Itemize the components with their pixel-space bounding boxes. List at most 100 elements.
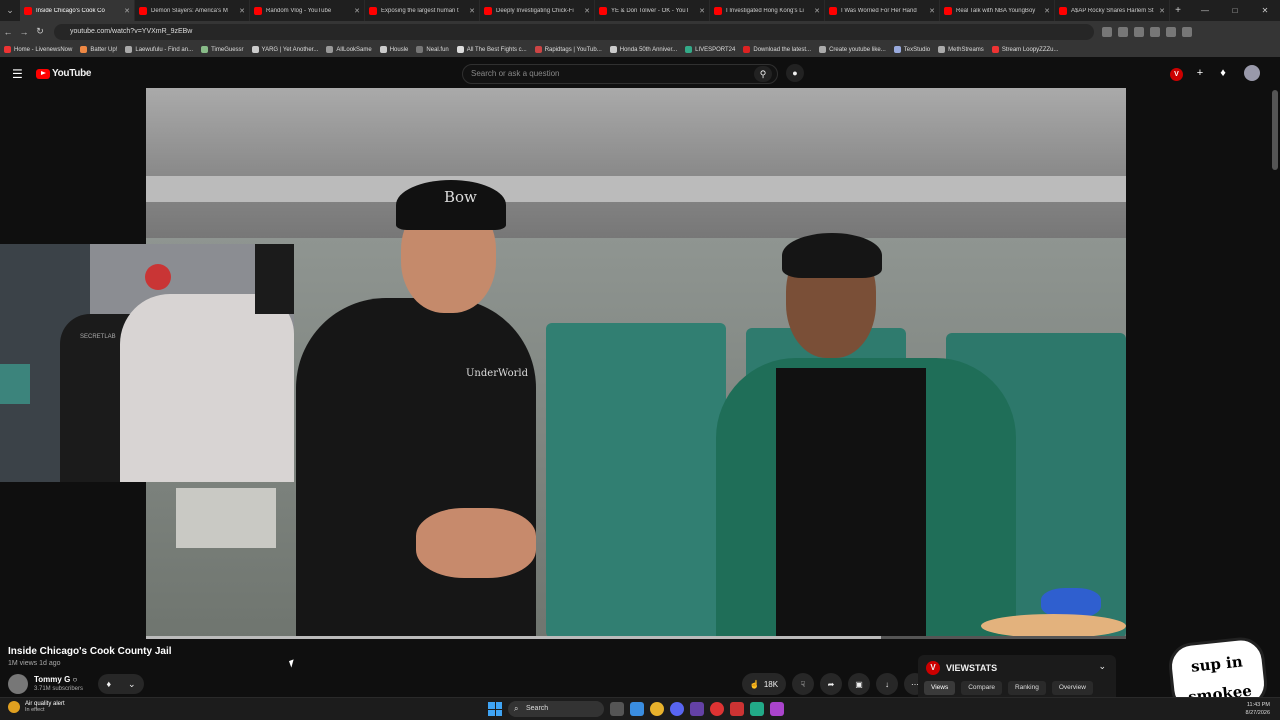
close-tab-icon[interactable]: ✕ [584, 7, 590, 15]
browser-tab[interactable]: Random Vlog - YouTube ✕ [250, 0, 365, 21]
video-progress-bar[interactable] [146, 636, 1126, 639]
bookmark-item[interactable]: YARG | Yet Another... [251, 46, 318, 53]
browser-tab[interactable]: I Investigated Hong Kong's Li ✕ [710, 0, 825, 21]
close-tab-icon[interactable]: ✕ [354, 7, 360, 15]
chrome-icon[interactable] [650, 702, 664, 716]
bookmark-favicon-icon [743, 46, 751, 53]
close-tab-icon[interactable]: ✕ [1159, 7, 1165, 15]
channel-name[interactable]: Tommy G ○ [34, 675, 77, 684]
browser-tab[interactable]: Exposing the largest human t ✕ [365, 0, 480, 21]
share-button[interactable]: ➦ [820, 673, 842, 695]
bookmarks-bar: Home - LivenewsNow Batter Up! Laewufulu - … [0, 42, 1280, 57]
browser-tab-strip: ⌄ Inside Chicago's Cook Co ✕ Demon Slayers… [0, 0, 1280, 21]
maximize-icon[interactable]: □ [1220, 0, 1250, 21]
bookmark-label: Create youtube like... [829, 46, 886, 53]
tab-title: YE & Don Toliver - OK - YouT [611, 7, 690, 14]
url-field[interactable]: youtube.com/watch?v=YVXmR_9zEBw [54, 23, 1094, 40]
bookmark-item[interactable]: Create youtube like... [819, 46, 886, 53]
dislike-button[interactable]: ☟ [792, 673, 814, 695]
bookmark-item[interactable]: All The Best Fights c... [456, 46, 527, 53]
close-tab-icon[interactable]: ✕ [469, 7, 475, 15]
search-input[interactable]: Search or ask a question [462, 64, 778, 84]
browser-tab[interactable]: Real Talk with NBA YoungBoy ✕ [940, 0, 1055, 21]
viewstats-extension-icon[interactable]: V [1170, 68, 1183, 81]
app-icon[interactable] [750, 702, 764, 716]
browser-tab[interactable]: Inside Chicago's Cook Co ✕ [20, 0, 135, 21]
extension-icon[interactable] [1118, 26, 1128, 37]
bookmark-favicon-icon [416, 46, 424, 53]
bookmark-item[interactable]: Batter Up! [80, 46, 117, 53]
extension-icon[interactable] [1150, 26, 1160, 37]
system-tray-clock[interactable]: 11:43 PM 8/27/2026 [1246, 701, 1270, 717]
weather-widget[interactable]: Air quality alert In effect [8, 701, 65, 713]
close-window-icon[interactable]: ✕ [1250, 0, 1280, 21]
app-icon[interactable] [730, 702, 744, 716]
browser-tab[interactable]: Deeply Investigating Chick-Fi ✕ [480, 0, 595, 21]
subscribed-button[interactable]: ♦ ⌄ [98, 674, 144, 694]
close-tab-icon[interactable]: ✕ [1044, 7, 1050, 15]
star-icon[interactable] [1134, 26, 1144, 37]
bookmark-item[interactable]: LIVESPORT24 [685, 46, 735, 53]
close-tab-icon[interactable]: ✕ [929, 7, 935, 15]
close-tab-icon[interactable]: ✕ [124, 7, 130, 15]
reload-icon[interactable]: ↻ [32, 26, 48, 37]
browser-tab[interactable]: YE & Don Toliver - OK - YouT ✕ [595, 0, 710, 21]
youtube-logo[interactable]: YouTube [36, 68, 92, 79]
menu-icon[interactable] [1182, 26, 1192, 37]
forward-icon[interactable]: → [16, 27, 32, 37]
bookmark-item[interactable]: Housle [379, 46, 408, 53]
browser-tab[interactable]: I Was Worried For Her Hand ✕ [825, 0, 940, 21]
extension-icon[interactable] [1102, 26, 1112, 37]
app-icon[interactable] [770, 702, 784, 716]
bookmark-item[interactable]: Neal.fun [416, 46, 449, 53]
viewstats-tabs: Views Compare Ranking Overview [924, 681, 1093, 695]
viewstats-tab[interactable]: Compare [961, 681, 1002, 695]
viewstats-tab[interactable]: Views [924, 681, 956, 695]
taskbar-search[interactable]: Search [508, 701, 604, 717]
profile-icon[interactable] [1166, 26, 1176, 37]
bookmark-item[interactable]: Laewufulu - Find an... [125, 46, 193, 53]
minimize-icon[interactable]: — [1190, 0, 1220, 21]
bookmark-item[interactable]: Stream LoopyZZZu... [991, 46, 1059, 53]
viewstats-tab[interactable]: Overview [1051, 681, 1093, 695]
bookmark-item[interactable]: MethStreams [938, 46, 984, 53]
bookmark-item[interactable]: AllLookSame [326, 46, 372, 53]
notifications-icon[interactable]: ♦ [1215, 65, 1231, 81]
windows-start-icon[interactable] [488, 702, 502, 716]
obs-icon[interactable] [710, 702, 724, 716]
channel-avatar[interactable] [8, 674, 28, 694]
chevron-down-icon: ⌄ [127, 678, 136, 689]
bookmark-favicon-icon [80, 46, 88, 53]
close-tab-icon[interactable]: ✕ [814, 7, 820, 15]
viewstats-tab[interactable]: Ranking [1007, 681, 1046, 695]
microphone-icon[interactable]: ● [786, 64, 804, 82]
bookmark-favicon-icon [251, 46, 259, 53]
bookmark-item[interactable]: TexStudio [893, 46, 930, 53]
task-view-icon[interactable] [610, 702, 624, 716]
menu-icon[interactable]: ☰ [12, 67, 23, 81]
bookmark-item[interactable]: Home - LivenewsNow [4, 46, 72, 53]
tab-search-icon[interactable]: ⌄ [0, 0, 20, 21]
like-button[interactable]: ☝ 18K [742, 673, 786, 695]
chevron-down-icon[interactable]: ⌄ [1098, 661, 1106, 672]
close-tab-icon[interactable]: ✕ [239, 7, 245, 15]
twitch-icon[interactable] [690, 702, 704, 716]
search-icon[interactable]: ⚲ [754, 66, 772, 82]
close-tab-icon[interactable]: ✕ [699, 7, 705, 15]
save-button[interactable]: ▣ [848, 673, 870, 695]
page-scrollbar[interactable] [1272, 90, 1278, 170]
back-icon[interactable]: ← [0, 27, 16, 37]
browser-tab[interactable]: Demon Slayers: America's M ✕ [135, 0, 250, 21]
weather-icon [8, 701, 20, 713]
discord-icon[interactable] [670, 702, 684, 716]
create-icon[interactable]: + [1192, 65, 1208, 81]
avatar[interactable] [1244, 65, 1260, 81]
new-tab-button[interactable]: + [1170, 5, 1186, 16]
browser-tab[interactable]: A$AP Rocky Shares Harlem St ✕ [1055, 0, 1170, 21]
file-explorer-icon[interactable] [630, 702, 644, 716]
download-button[interactable]: ↓ [876, 673, 898, 695]
bookmark-item[interactable]: Rapidtags | YouTub... [534, 46, 602, 53]
bookmark-item[interactable]: Download the latest... [743, 46, 811, 53]
bookmark-item[interactable]: TimeGuessr [201, 46, 244, 53]
bookmark-item[interactable]: Honda 50th Anniver... [609, 46, 677, 53]
